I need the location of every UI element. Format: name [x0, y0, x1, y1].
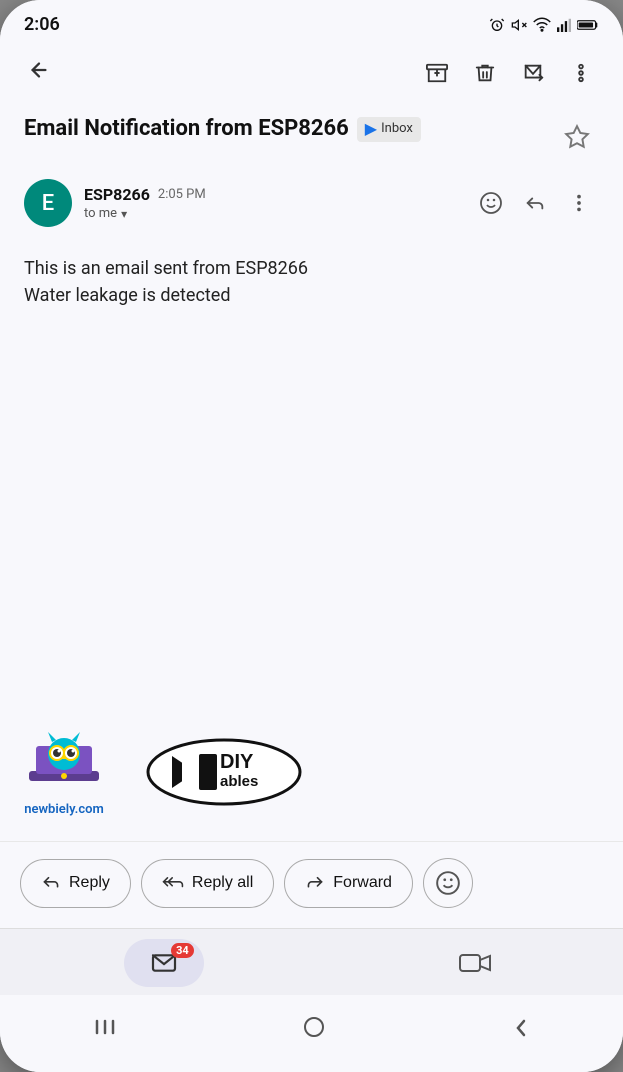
- sender-time: 2:05 PM: [158, 187, 206, 202]
- mute-icon: [511, 17, 527, 33]
- status-time: 2:06: [24, 14, 60, 35]
- battery-icon: [577, 18, 599, 32]
- sender-name: ESP8266: [84, 185, 150, 204]
- system-nav: [0, 995, 623, 1072]
- email-body: This is an email sent from ESP8266 Water…: [0, 239, 623, 702]
- avatar: E: [24, 179, 72, 227]
- mail-nav-button[interactable]: 34: [124, 939, 204, 987]
- to-me-row[interactable]: to me ▾: [84, 206, 459, 221]
- owl-illustration: [24, 726, 104, 796]
- reply-all-icon: [162, 872, 184, 895]
- signal-icon: [557, 17, 571, 33]
- inbox-arrow-icon: ▶: [365, 119, 377, 140]
- bottom-nav: 34: [0, 928, 623, 995]
- newbiely-text: newbiely.com: [24, 802, 104, 817]
- toolbar-actions: [415, 51, 603, 95]
- reply-label: Reply: [69, 874, 110, 892]
- mail-badge: 34: [171, 943, 194, 958]
- toolbar: [0, 43, 623, 103]
- newbiely-logo: newbiely.com: [24, 726, 104, 817]
- inbox-label: Inbox: [381, 121, 413, 138]
- diyables-logo: DIY ables: [144, 736, 304, 808]
- to-me-label: to me: [84, 206, 117, 221]
- phone-frame: 2:06: [0, 0, 623, 1072]
- more-sender-button[interactable]: [559, 183, 599, 223]
- mark-read-button[interactable]: [511, 51, 555, 95]
- reply-all-label: Reply all: [192, 874, 253, 892]
- inbox-badge: ▶ Inbox: [357, 117, 421, 142]
- status-bar: 2:06: [0, 0, 623, 43]
- sender-name-row: ESP8266 2:05 PM: [84, 185, 459, 204]
- sender-actions: [471, 183, 599, 223]
- back-sys-button[interactable]: [492, 1010, 550, 1050]
- subject-text: Email Notification from ESP8266 ▶ Inbox: [24, 115, 555, 144]
- reply-all-button[interactable]: Reply all: [141, 859, 274, 908]
- forward-label: Forward: [333, 874, 392, 892]
- forward-button[interactable]: Forward: [284, 859, 413, 908]
- archive-button[interactable]: [415, 51, 459, 95]
- back-button[interactable]: [20, 51, 58, 95]
- logos-area: newbiely.com DIY ables: [0, 702, 623, 841]
- subject-area: Email Notification from ESP8266 ▶ Inbox: [0, 103, 623, 167]
- more-options-button[interactable]: [559, 51, 603, 95]
- emoji-button[interactable]: [423, 858, 473, 908]
- subject-title: Email Notification from ESP8266: [24, 115, 349, 144]
- recent-apps-button[interactable]: [73, 1009, 137, 1050]
- star-button[interactable]: [555, 115, 599, 159]
- emoji-reaction-button[interactable]: [471, 183, 511, 223]
- action-buttons: Reply Reply all Forward: [0, 841, 623, 928]
- email-line1: This is an email sent from ESP8266: [24, 258, 308, 279]
- delete-button[interactable]: [463, 51, 507, 95]
- chevron-down-icon: ▾: [121, 207, 127, 221]
- sender-row: E ESP8266 2:05 PM to me ▾: [0, 167, 623, 239]
- alarm-icon: [489, 17, 505, 33]
- status-icons: [489, 17, 599, 33]
- svg-text:ables: ables: [220, 773, 258, 790]
- home-button[interactable]: [282, 1007, 346, 1052]
- sender-info: ESP8266 2:05 PM to me ▾: [84, 185, 459, 221]
- video-nav-button[interactable]: [451, 939, 499, 987]
- wifi-icon: [533, 17, 551, 33]
- subject-line: Email Notification from ESP8266 ▶ Inbox: [24, 115, 555, 144]
- reply-button[interactable]: Reply: [20, 859, 131, 908]
- svg-text:DIY: DIY: [220, 751, 254, 773]
- reply-sender-button[interactable]: [515, 183, 555, 223]
- email-line2: Water leakage is detected: [24, 285, 230, 306]
- email-text: This is an email sent from ESP8266 Water…: [24, 255, 599, 309]
- forward-icon: [305, 872, 325, 895]
- reply-icon: [41, 872, 61, 895]
